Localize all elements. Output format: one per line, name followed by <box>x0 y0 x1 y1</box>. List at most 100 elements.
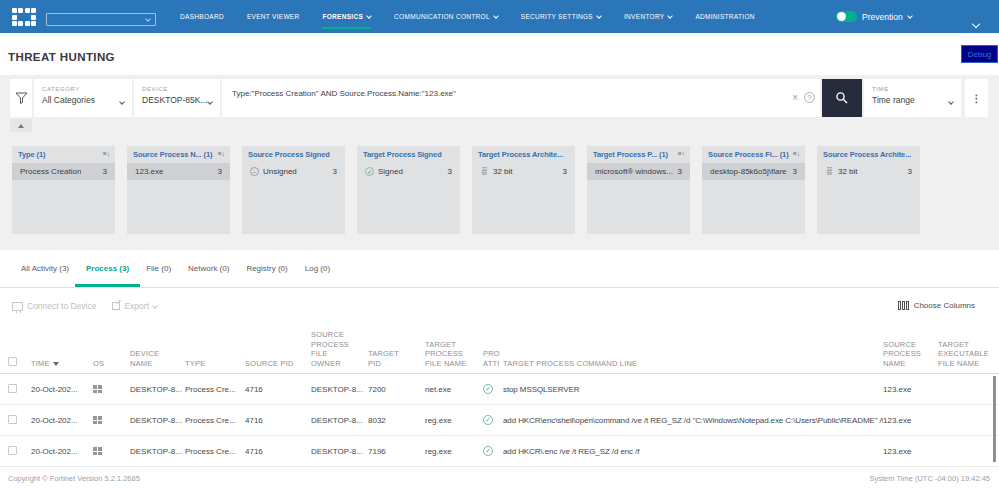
column-header[interactable]: SOURCE PID <box>245 359 311 369</box>
facet-item[interactable]: 32bit32 bit3 <box>817 163 920 180</box>
column-header[interactable]: SOURCE PROCESS FILE OWNER <box>311 330 368 368</box>
column-header[interactable]: PRO ATTI <box>483 349 503 368</box>
row-checkbox[interactable] <box>8 446 17 455</box>
column-header[interactable]: TARGET PROCESS FILE NAME <box>425 340 483 369</box>
category-dropdown[interactable]: CATEGORY All Categories <box>34 79 132 117</box>
column-header[interactable]: TARGET PROCESS COMMAND LINE <box>503 359 883 369</box>
sort-desc-icon <box>53 362 59 366</box>
connect-to-device-button[interactable]: Connect to Device <box>12 301 96 311</box>
nav-forensics[interactable]: FORENSICS <box>322 0 371 33</box>
filter-desc-icon[interactable]: ≡↓ <box>793 150 800 157</box>
time-value: Time range <box>872 95 961 105</box>
table-row[interactable]: 20-Oct-202...DESKTOP-8...Process Cre...4… <box>0 436 999 467</box>
prevention-toggle[interactable] <box>836 11 857 22</box>
nav-event-viewer[interactable]: EVENT VIEWER <box>247 0 300 33</box>
facet-card: Target Process P... (1)≡↑microsoft® wind… <box>587 146 690 234</box>
query-help-icon[interactable]: ? <box>804 92 815 103</box>
clear-query-icon[interactable]: × <box>792 92 798 103</box>
column-header[interactable]: OS <box>93 359 130 369</box>
facet-item[interactable]: desktop-85k6o5j\flare3 <box>702 163 805 180</box>
chevron-down-icon <box>366 13 372 19</box>
device-label: DEVICE <box>142 86 220 92</box>
tab-all[interactable]: All Activity (3) <box>13 250 77 287</box>
tab-registry[interactable]: Registry (0) <box>238 250 295 287</box>
category-label: CATEGORY <box>42 86 132 92</box>
footer: Copyright © Fortinet Version 5.2.1.2685 … <box>0 468 999 488</box>
choose-columns-button[interactable]: Choose Columns <box>898 301 975 310</box>
collapse-filters-button[interactable] <box>10 119 32 132</box>
query-input[interactable]: Type:"Process Creation" AND Source.Proce… <box>222 79 820 117</box>
column-header[interactable]: TIME <box>31 359 93 369</box>
nav-administration[interactable]: ADMINISTRATION <box>695 0 754 33</box>
nav-inventory[interactable]: INVENTORY <box>624 0 672 33</box>
chevron-down-icon <box>152 303 158 309</box>
more-options-button[interactable]: ⋮ <box>965 79 988 117</box>
signed-icon: ✓ <box>365 167 374 176</box>
32bit-icon: 32bit <box>825 168 834 176</box>
filter-desc-icon[interactable]: ≡↓ <box>218 150 225 157</box>
columns-icon <box>898 301 909 310</box>
facet-title: Source Process Fi... (1) <box>708 150 791 159</box>
fortinet-logo-icon <box>12 8 36 26</box>
chevron-down-icon <box>668 13 674 19</box>
facet-item[interactable]: –Unsigned3 <box>242 163 345 180</box>
funnel-icon <box>15 92 28 104</box>
facet-card: Type (1)≡↓Process Creation3 <box>12 146 115 234</box>
table-header: TIMEOSDEVICE NAMETYPESOURCE PIDSOURCE PR… <box>0 330 999 374</box>
facet-item[interactable]: Process Creation3 <box>12 163 115 180</box>
query-text: Type:"Process Creation" AND Source.Proce… <box>222 79 820 98</box>
device-dropdown[interactable]: DEVICE DESKTOP-85K... <box>134 79 220 117</box>
tab-network[interactable]: Network (0) <box>180 250 237 287</box>
mode-label[interactable]: Prevention <box>862 12 903 22</box>
copyright-text: Copyright © Fortinet Version 5.2.1.2685 <box>8 474 140 483</box>
tab-process[interactable]: Process (3) <box>78 250 137 287</box>
facet-cards: Type (1)≡↓Process Creation3Source Proces… <box>12 146 920 234</box>
column-header[interactable]: TARGET EXECUTABLE FILE NAME <box>938 340 999 369</box>
tabs-row: All Activity (3)Process (3)File (0)Netwo… <box>0 250 999 288</box>
category-value: All Categories <box>42 95 132 105</box>
filter-desc-icon[interactable]: ≡↓ <box>103 150 110 157</box>
search-button[interactable] <box>822 79 862 117</box>
filter-funnel-button[interactable] <box>10 79 32 117</box>
row-checkbox[interactable] <box>8 384 17 393</box>
facet-item[interactable]: 123.exe3 <box>127 163 230 180</box>
facet-card: Source Process Archite...32bit32 bit3 <box>817 146 920 234</box>
time-range-dropdown[interactable]: TIME Time range <box>864 79 961 117</box>
user-menu-chevron[interactable] <box>973 13 979 31</box>
tab-log[interactable]: Log (0) <box>297 250 338 287</box>
table-row[interactable]: 20-Oct-202...DESKTOP-8...Process Cre...4… <box>0 374 999 405</box>
windows-os-icon <box>93 416 102 424</box>
column-header[interactable] <box>8 357 31 369</box>
nav-communication-control[interactable]: COMMUNICATION CONTROL <box>394 0 498 33</box>
facet-title: Source Process N... (1) <box>133 150 216 159</box>
row-checkbox[interactable] <box>8 415 17 424</box>
column-header[interactable]: TYPE <box>185 359 245 369</box>
facet-item[interactable]: 32bit32 bit3 <box>472 163 575 180</box>
facet-item[interactable]: microsoft® windows...3 <box>587 163 690 180</box>
vertical-scrollbar[interactable] <box>993 376 996 462</box>
debug-button[interactable]: Debug <box>961 45 998 63</box>
facet-card: Source Process N... (1)≡↓ 123.exe3 <box>127 146 230 234</box>
select-all-checkbox[interactable] <box>8 357 17 366</box>
tab-file[interactable]: File (0) <box>138 250 179 287</box>
export-button[interactable]: Export <box>112 301 157 311</box>
facet-title: Target Process Signed <box>363 150 455 159</box>
filter-bar: CATEGORY All Categories DEVICE DESKTOP-8… <box>10 79 988 117</box>
column-header[interactable]: TARGET PID <box>368 349 425 368</box>
sort-asc-icon[interactable]: ≡↑ <box>678 150 685 157</box>
mode-switcher: Prevention <box>836 0 912 33</box>
facet-title: Source Process Signed <box>248 150 340 159</box>
column-header[interactable]: SOURCE PROCESS NAME <box>883 340 938 369</box>
facet-item[interactable]: ✓Signed3 <box>357 163 460 180</box>
nav-security-settings[interactable]: SECURITY SETTINGS <box>521 0 601 33</box>
organization-select[interactable] <box>46 13 156 26</box>
signed-attribute-icon: ✓ <box>483 446 493 456</box>
32bit-icon: 32bit <box>480 168 489 176</box>
chevron-down-icon <box>907 13 913 19</box>
table-row[interactable]: 20-Oct-202...DESKTOP-8...Process Cre...4… <box>0 405 999 436</box>
system-time-text: System Time (UTC -04:00) 19:42:45 <box>870 474 990 483</box>
facet-title: Target Process Archite... <box>478 150 570 159</box>
nav-dashboard[interactable]: DASHBOARD <box>180 0 224 33</box>
filter-section: CATEGORY All Categories DEVICE DESKTOP-8… <box>0 75 999 250</box>
column-header[interactable]: DEVICE NAME <box>130 349 185 368</box>
